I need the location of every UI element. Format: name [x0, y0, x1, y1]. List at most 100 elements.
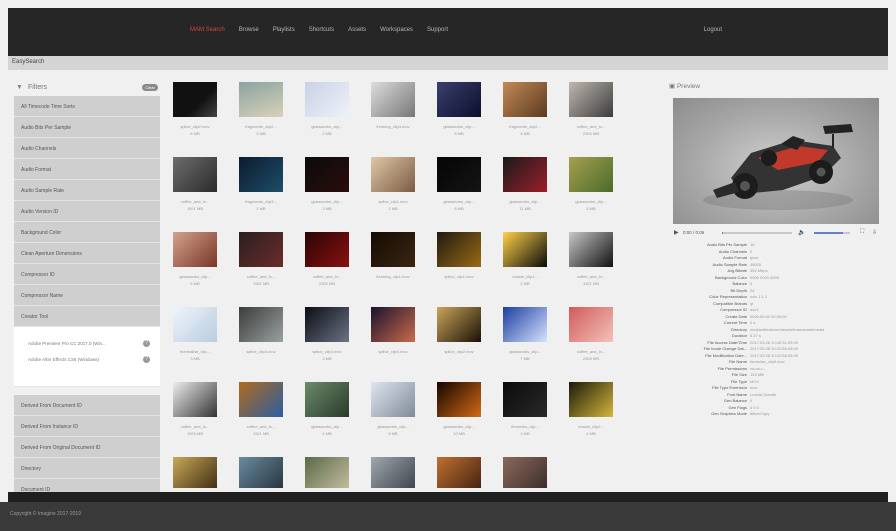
asset-tile[interactable]: thermalise_clip... 3 MB [168, 307, 222, 381]
asset-thumbnail[interactable] [239, 232, 283, 267]
asset-tile[interactable]: splice_clip1.mov [432, 232, 486, 306]
filter-item[interactable]: Directory [14, 458, 160, 479]
asset-thumbnail[interactable] [239, 457, 283, 488]
filter-item[interactable]: Clean Aperture Dimensions [14, 243, 160, 264]
asset-tile[interactable]: glassworks_clip... 10 MB [432, 382, 486, 456]
asset-tile[interactable]: coffee_and_ln... 1921 MB [168, 157, 222, 231]
asset-thumbnail[interactable] [305, 382, 349, 417]
asset-thumbnail[interactable] [437, 457, 481, 488]
asset-tile[interactable]: glassworks_clip... 2 MB [300, 82, 354, 156]
filter-item[interactable]: Audio Format [14, 159, 160, 180]
asset-thumbnail[interactable] [173, 457, 217, 488]
filter-item[interactable]: Compressor ID [14, 264, 160, 285]
asset-tile[interactable]: glassworks_clip... 1 MB [300, 382, 354, 456]
volume-icon[interactable]: 🔈 [798, 229, 805, 236]
volume-slider[interactable] [814, 232, 850, 234]
asset-thumbnail[interactable] [503, 157, 547, 192]
filter-item[interactable]: Audio Channels [14, 138, 160, 159]
asset-thumbnail[interactable] [371, 457, 415, 488]
filter-item[interactable]: Derived From Document ID [14, 395, 160, 416]
asset-thumbnail[interactable] [437, 382, 481, 417]
nav-item-browse[interactable]: Browse [239, 27, 259, 33]
asset-thumbnail[interactable] [173, 307, 217, 342]
asset-thumbnail[interactable] [437, 157, 481, 192]
asset-thumbnail[interactable] [239, 307, 283, 342]
asset-thumbnail[interactable] [437, 82, 481, 117]
filter-option[interactable]: Adobe After Effects CS6 (Windows) ? [28, 351, 160, 367]
filter-item[interactable]: All Timecode Time Sorts [14, 96, 160, 117]
download-icon[interactable]: ⇩ [872, 229, 877, 236]
asset-thumbnail[interactable] [569, 82, 613, 117]
asset-thumbnail[interactable] [239, 82, 283, 117]
help-icon[interactable]: ? [143, 355, 150, 363]
logout-link[interactable]: Logout [704, 27, 722, 33]
asset-tile[interactable]: freshing_clip1.mov [366, 232, 420, 306]
filter-option[interactable]: Adobe Premiere Pro CC 2017.0 (Win... ? [28, 335, 160, 351]
asset-thumbnail[interactable] [569, 232, 613, 267]
asset-tile[interactable]: glassworks_clip... 6 MB [168, 232, 222, 306]
nav-item-assets[interactable]: Assets [348, 27, 366, 33]
filter-item[interactable]: Derived From Original Document ID [14, 437, 160, 458]
asset-tile[interactable]: chaste_clip2... 4 MB [564, 382, 618, 456]
asset-thumbnail[interactable] [503, 457, 547, 488]
nav-item-playlists[interactable]: Playlists [273, 27, 295, 33]
asset-thumbnail[interactable] [305, 232, 349, 267]
video-player[interactable] [673, 98, 879, 224]
asset-thumbnail[interactable] [569, 157, 613, 192]
play-icon[interactable]: ▶ [674, 229, 679, 236]
asset-tile[interactable]: glassworks_clip... 11 MB [498, 157, 552, 231]
asset-tile[interactable]: glassworks_clip... 7 MB [498, 307, 552, 381]
asset-tile[interactable]: coffee_and_ln... 2300 MB [564, 307, 618, 381]
asset-tile[interactable]: glassworks_clip... 8 MB [432, 157, 486, 231]
filter-item[interactable]: Audio Bits Per Sample [14, 117, 160, 138]
asset-tile[interactable]: fragments_clip2... 4 MB [498, 82, 552, 156]
asset-tile[interactable]: splice_clip3.mov [366, 307, 420, 381]
asset-thumbnail[interactable] [173, 382, 217, 417]
asset-thumbnail[interactable] [239, 382, 283, 417]
asset-tile[interactable]: coffee_and_ln... 2300 MB [300, 232, 354, 306]
asset-thumbnail[interactable] [569, 382, 613, 417]
asset-thumbnail[interactable] [503, 307, 547, 342]
asset-thumbnail[interactable] [437, 307, 481, 342]
clear-filters-button[interactable]: Clear [142, 84, 158, 91]
nav-item-shortcuts[interactable]: Shortcuts [309, 27, 334, 33]
filter-item[interactable]: Derived From Instance ID [14, 416, 160, 437]
filter-item-creator-tool[interactable]: Creator Tool [14, 306, 160, 327]
asset-tile[interactable] [234, 457, 288, 488]
asset-tile[interactable] [432, 457, 486, 488]
asset-tile[interactable] [366, 457, 420, 488]
asset-tile[interactable]: chaste_clip1... 2 MB [498, 232, 552, 306]
asset-tile[interactable]: coffee_and_ln... 2300 MB [564, 82, 618, 156]
asset-tile[interactable]: glassworks_clip... 3 MB [300, 157, 354, 231]
asset-thumbnail[interactable] [239, 157, 283, 192]
filter-item[interactable]: Audio Version ID [14, 201, 160, 222]
asset-tile[interactable]: glassworks_clip... 5 MB [564, 157, 618, 231]
asset-tile[interactable] [498, 457, 552, 488]
asset-tile[interactable]: coffee_and_ln... 1921 MB [564, 232, 618, 306]
asset-thumbnail[interactable] [371, 157, 415, 192]
seek-bar[interactable] [722, 232, 792, 234]
asset-tile[interactable]: coffee_and_ln... 1921 MB [234, 382, 288, 456]
asset-thumbnail[interactable] [173, 157, 217, 192]
asset-tile[interactable]: glassworks_clip... 6 MB [366, 382, 420, 456]
asset-tile[interactable]: splice_clip2.mov 6 MB [168, 82, 222, 156]
help-icon[interactable]: ? [143, 339, 150, 347]
asset-tile[interactable]: splice_clip4.mov [234, 307, 288, 381]
fullscreen-icon[interactable]: ⛶ [860, 229, 864, 236]
asset-tile[interactable]: freshing_clip3.mov [366, 82, 420, 156]
asset-tile[interactable]: splice_clip4.mov 3 MB [300, 307, 354, 381]
asset-thumbnail[interactable] [503, 82, 547, 117]
asset-thumbnail[interactable] [371, 82, 415, 117]
asset-tile[interactable]: fragments_clip2... 3 MB [234, 82, 288, 156]
asset-thumbnail[interactable] [371, 382, 415, 417]
filter-item[interactable]: Background Color [14, 222, 160, 243]
asset-thumbnail[interactable] [305, 82, 349, 117]
asset-thumbnail[interactable] [305, 307, 349, 342]
asset-tile[interactable]: fragments_clip3... 1 MB [234, 157, 288, 231]
filter-item[interactable]: Audio Sample Rate [14, 180, 160, 201]
asset-thumbnail[interactable] [371, 307, 415, 342]
asset-tile[interactable]: coffee_and_ln... 1921 MB [234, 232, 288, 306]
asset-thumbnail[interactable] [305, 157, 349, 192]
asset-tile[interactable] [168, 457, 222, 488]
asset-thumbnail[interactable] [569, 307, 613, 342]
